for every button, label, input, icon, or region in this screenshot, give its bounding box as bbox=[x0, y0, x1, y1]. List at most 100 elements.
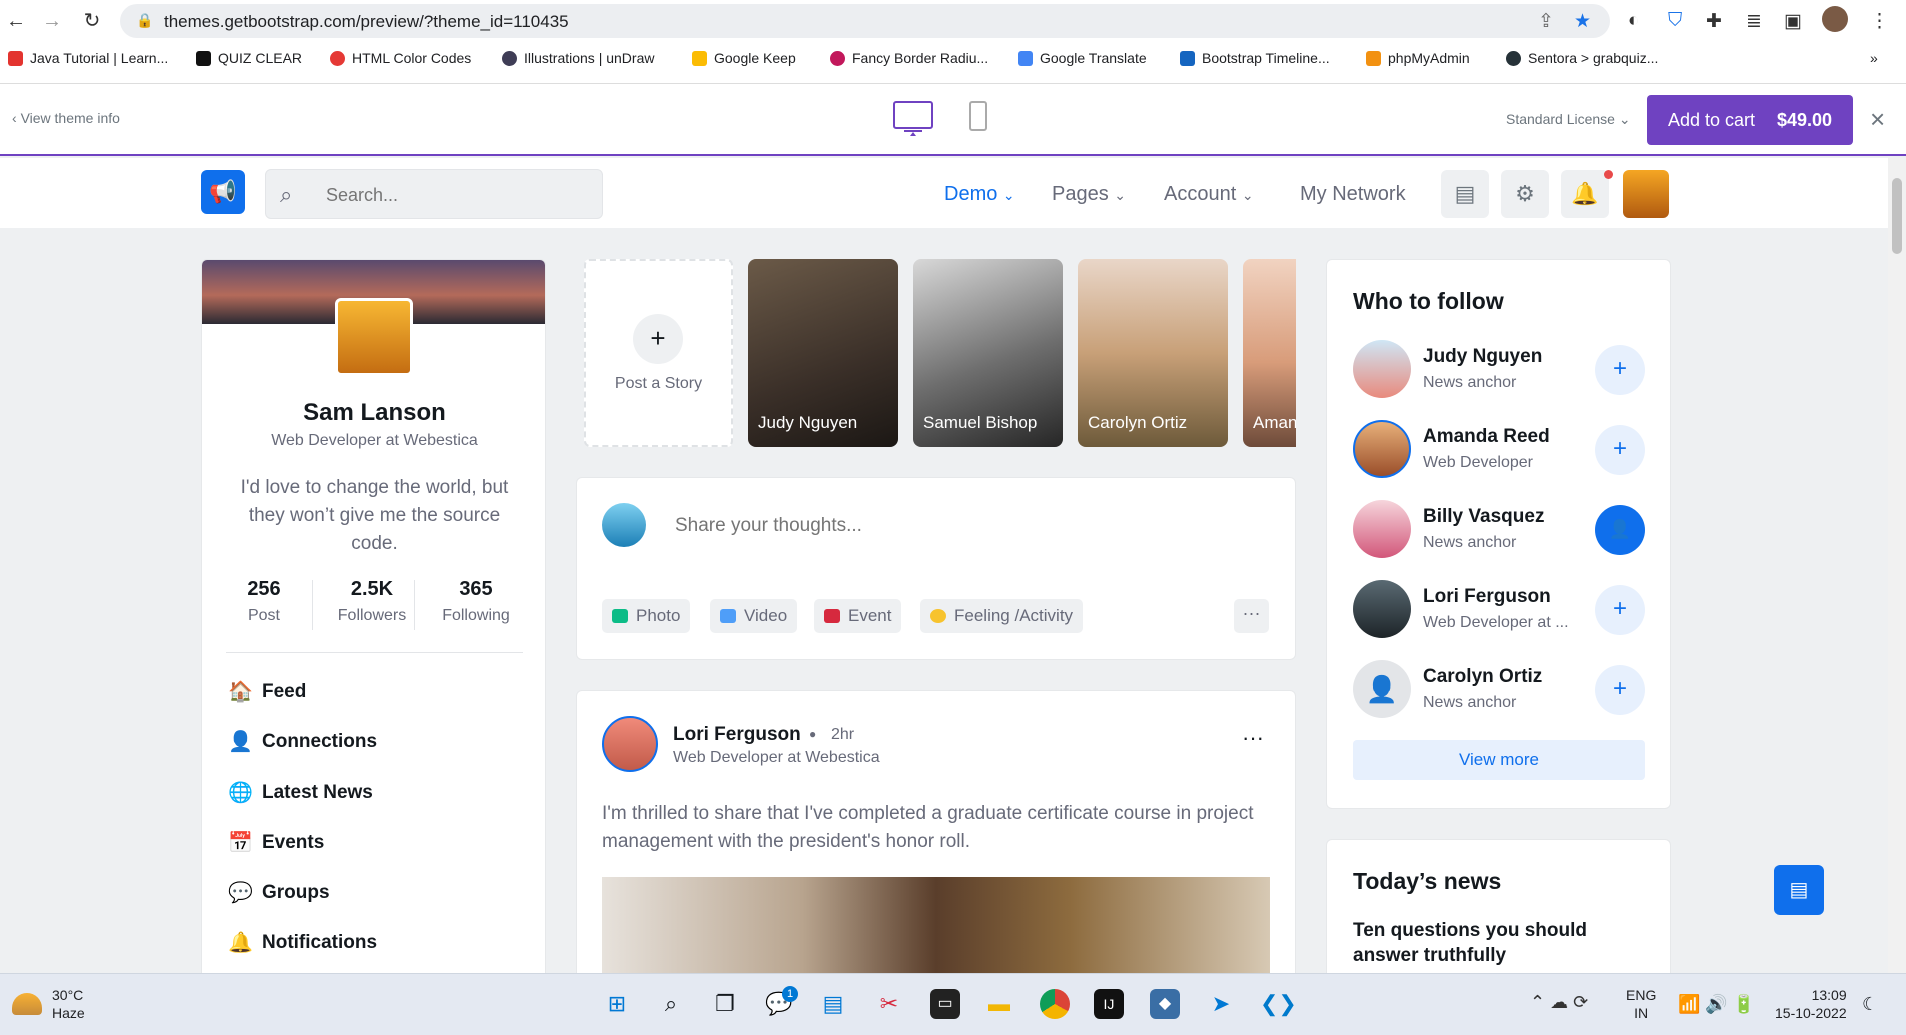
windows-start-icon[interactable]: ⊞ bbox=[602, 989, 632, 1019]
share-icon[interactable]: ⇪ bbox=[1538, 10, 1554, 33]
menu-groups[interactable]: 💬 Groups bbox=[228, 881, 330, 905]
follow-avatar[interactable] bbox=[1353, 420, 1411, 478]
view-more-button[interactable]: View more bbox=[1353, 740, 1645, 780]
sidepanel-icon[interactable]: ▣ bbox=[1784, 10, 1802, 33]
post-author-avatar[interactable] bbox=[602, 716, 658, 772]
moon-icon[interactable]: ☾ bbox=[1862, 994, 1878, 1015]
view-theme-info-link[interactable]: ‹ View theme info bbox=[12, 110, 120, 126]
address-bar[interactable]: 🔒 themes.getbootstrap.com/preview/?theme… bbox=[120, 4, 1610, 38]
bookmark-item[interactable]: Java Tutorial | Learn... bbox=[8, 50, 168, 66]
nav-demo[interactable]: Demo ⌄ bbox=[944, 183, 1015, 206]
story-card[interactable]: Samuel Bishop bbox=[913, 259, 1063, 447]
language-indicator[interactable]: ENG IN bbox=[1626, 986, 1656, 1022]
media-icon[interactable]: ≣ bbox=[1746, 10, 1762, 33]
post-more-icon[interactable]: ··· bbox=[1242, 725, 1264, 751]
close-icon[interactable]: × bbox=[1870, 104, 1885, 135]
follow-plus-button[interactable]: + bbox=[1595, 425, 1645, 475]
back-arrow-icon[interactable]: ← bbox=[4, 9, 28, 33]
search-input[interactable] bbox=[326, 182, 586, 208]
folder-icon[interactable]: ▬ bbox=[984, 989, 1014, 1019]
nav-my-network[interactable]: My Network bbox=[1300, 183, 1406, 206]
scrollbar-track[interactable] bbox=[1888, 158, 1906, 973]
follow-name[interactable]: Carolyn Ortiz bbox=[1423, 666, 1542, 688]
follow-plus-button[interactable]: + bbox=[1595, 585, 1645, 635]
share-thoughts-input[interactable] bbox=[675, 513, 1235, 539]
add-to-cart-button[interactable]: Add to cart $49.00 bbox=[1647, 95, 1853, 145]
app-icon[interactable]: ◆ bbox=[1150, 989, 1180, 1019]
follow-avatar[interactable] bbox=[1353, 580, 1411, 638]
follow-plus-button[interactable]: + bbox=[1595, 345, 1645, 395]
story-card[interactable]: Judy Nguyen bbox=[748, 259, 898, 447]
menu-feed[interactable]: 🏠 Feed bbox=[228, 680, 306, 704]
person-placeholder-icon[interactable]: 👤 bbox=[1353, 660, 1411, 718]
chrome-icon[interactable] bbox=[1040, 989, 1070, 1019]
extension-icon[interactable]: ◐ bbox=[1628, 10, 1639, 32]
follow-name[interactable]: Billy Vasquez bbox=[1423, 506, 1544, 528]
bookmark-item[interactable]: HTML Color Codes bbox=[330, 50, 471, 66]
profile-avatar[interactable] bbox=[335, 298, 413, 376]
vscode-icon[interactable]: ❮❯ bbox=[1260, 989, 1297, 1019]
forward-arrow-icon[interactable]: → bbox=[40, 9, 64, 33]
story-card[interactable]: Aman bbox=[1243, 259, 1296, 447]
clock[interactable]: 13:09 15-10-2022 bbox=[1775, 986, 1847, 1022]
bookmark-item[interactable]: Google Keep bbox=[692, 50, 796, 66]
desktop-icon[interactable] bbox=[893, 101, 933, 136]
nav-pages[interactable]: Pages ⌄ bbox=[1052, 183, 1126, 206]
bookmark-item[interactable]: Fancy Border Radiu... bbox=[830, 50, 988, 66]
video-button[interactable]: Video bbox=[710, 599, 798, 633]
kebab-menu-icon[interactable]: ⋮ bbox=[1870, 10, 1889, 33]
gear-icon[interactable]: ⚙ bbox=[1501, 170, 1549, 218]
bookmark-star-icon[interactable]: ★ bbox=[1574, 10, 1591, 33]
post-a-story[interactable]: + Post a Story bbox=[584, 259, 733, 447]
news-headline[interactable]: Ten questions you should answer truthful… bbox=[1353, 918, 1643, 968]
profile-avatar-icon[interactable] bbox=[1822, 6, 1848, 32]
weather-widget[interactable]: 30°C Haze bbox=[12, 986, 85, 1022]
bookmark-item[interactable]: Google Translate bbox=[1018, 50, 1147, 66]
arrow-app-icon[interactable]: ➤ bbox=[1206, 989, 1236, 1019]
user-avatar[interactable] bbox=[1623, 170, 1669, 218]
follow-avatar[interactable] bbox=[1353, 340, 1411, 398]
follow-avatar[interactable] bbox=[1353, 500, 1411, 558]
profile-name[interactable]: Sam Lanson bbox=[202, 399, 545, 427]
follow-plus-button[interactable]: + bbox=[1595, 665, 1645, 715]
puzzle-icon[interactable]: ✚ bbox=[1706, 10, 1722, 33]
messages-icon[interactable]: ▤ bbox=[1441, 170, 1489, 218]
plus-icon[interactable]: + bbox=[633, 314, 683, 364]
mobile-icon[interactable] bbox=[969, 101, 987, 131]
menu-events[interactable]: 📅 Events bbox=[228, 831, 324, 855]
terminal-icon[interactable]: ▭ bbox=[930, 989, 960, 1019]
follow-name[interactable]: Amanda Reed bbox=[1423, 426, 1550, 448]
bookmark-item[interactable]: Illustrations | unDraw bbox=[502, 50, 654, 66]
bookmark-item[interactable]: QUIZ CLEAR bbox=[196, 50, 302, 66]
bookmarks-overflow[interactable]: » bbox=[1870, 50, 1878, 66]
scrollbar-thumb[interactable] bbox=[1892, 178, 1902, 254]
follow-name[interactable]: Lori Ferguson bbox=[1423, 586, 1551, 608]
reload-icon[interactable]: ↻ bbox=[80, 9, 104, 33]
wifi-volume-battery-icons[interactable]: 📶 🔊 🔋 bbox=[1678, 994, 1755, 1015]
chat-icon[interactable]: ▤ bbox=[1774, 865, 1824, 915]
user-check-icon[interactable]: 👤 bbox=[1595, 505, 1645, 555]
system-tray[interactable]: ⌃ ☁ ⟳ bbox=[1530, 992, 1588, 1013]
menu-latest-news[interactable]: 🌐 Latest News bbox=[228, 781, 373, 805]
license-dropdown[interactable]: Standard License ⌄ bbox=[1506, 111, 1631, 128]
snipping-tool-icon[interactable]: ✂ bbox=[874, 989, 904, 1019]
story-card[interactable]: Carolyn Ortiz bbox=[1078, 259, 1228, 447]
search-icon[interactable]: ⌕ bbox=[656, 989, 686, 1019]
bookmark-item[interactable]: phpMyAdmin bbox=[1366, 50, 1470, 66]
photo-button[interactable]: Photo bbox=[602, 599, 691, 633]
post-author-name[interactable]: Lori Ferguson bbox=[673, 724, 801, 746]
bookmark-item[interactable]: Bootstrap Timeline... bbox=[1180, 50, 1330, 66]
menu-connections[interactable]: 👤 Connections bbox=[228, 730, 377, 754]
nav-account[interactable]: Account ⌄ bbox=[1164, 183, 1254, 206]
feeling-activity-button[interactable]: Feeling /Activity bbox=[920, 599, 1084, 633]
notepad-icon[interactable]: ▤ bbox=[818, 989, 848, 1019]
logo-megaphone-icon[interactable]: 📢 bbox=[201, 170, 245, 214]
follow-name[interactable]: Judy Nguyen bbox=[1423, 346, 1542, 368]
task-view-icon[interactable]: ❐ bbox=[710, 989, 740, 1019]
shield-icon[interactable]: ⛉ bbox=[1668, 10, 1682, 32]
event-button[interactable]: Event bbox=[814, 599, 902, 633]
bookmark-item[interactable]: Sentora > grabquiz... bbox=[1506, 50, 1658, 66]
menu-notifications[interactable]: 🔔 Notifications bbox=[228, 931, 377, 955]
intellij-icon[interactable]: IJ bbox=[1094, 989, 1124, 1019]
bell-icon[interactable]: 🔔 bbox=[1561, 170, 1609, 218]
